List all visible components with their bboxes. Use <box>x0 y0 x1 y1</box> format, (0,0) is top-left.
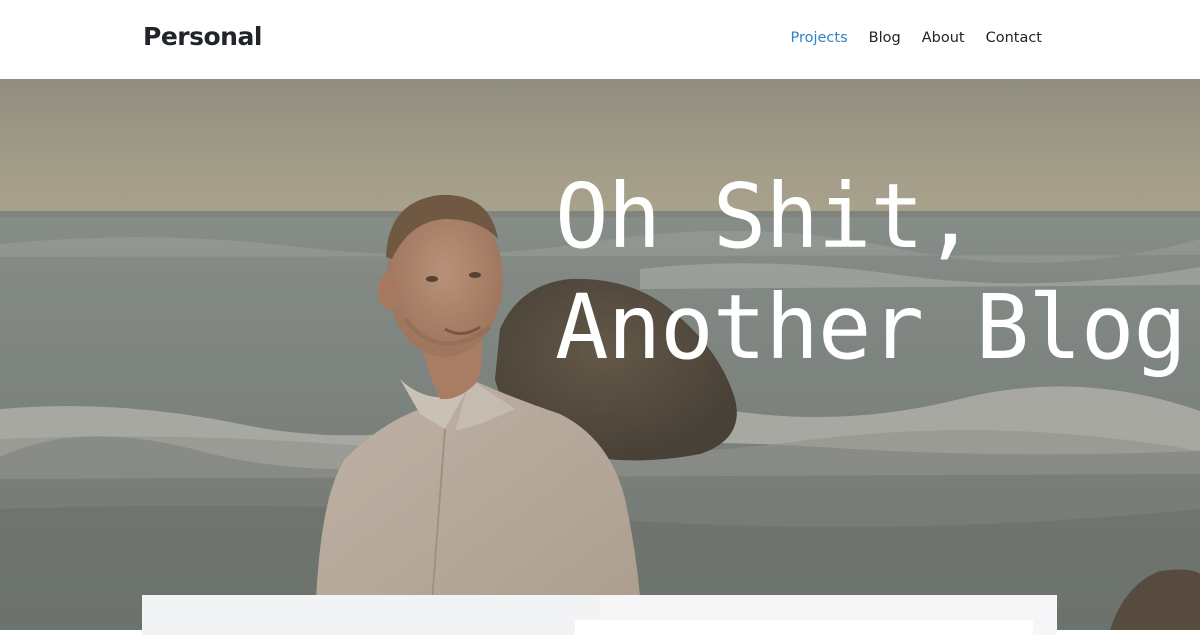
hero-section: Oh Shit, Another Blog <box>0 79 1200 630</box>
nav-blog[interactable]: Blog <box>869 30 901 46</box>
hero-title-line-1: Oh Shit, <box>555 164 977 268</box>
content-card <box>142 595 1057 640</box>
nav-about[interactable]: About <box>922 30 965 46</box>
nav-projects[interactable]: Projects <box>790 30 847 46</box>
main-nav: Projects Blog About Contact <box>790 30 1042 46</box>
brand-logo[interactable]: Personal <box>143 22 262 51</box>
site-header: Personal Projects Blog About Contact <box>0 0 1200 79</box>
card-inner-panel <box>575 620 1033 640</box>
card-left-panel <box>142 595 600 635</box>
hero-title-line-2: Another Blog <box>555 275 1187 379</box>
nav-contact[interactable]: Contact <box>986 30 1042 46</box>
hero-title: Oh Shit, Another Blog <box>555 161 1187 383</box>
